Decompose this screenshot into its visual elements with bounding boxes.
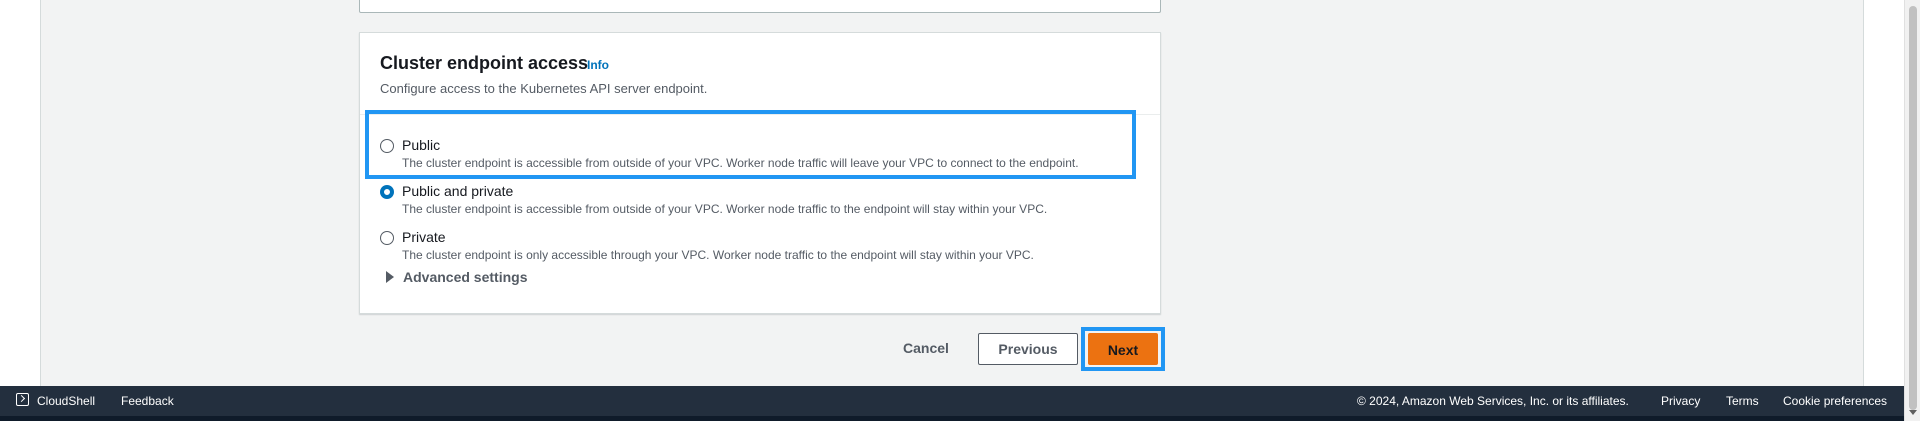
advanced-settings-label: Advanced settings	[403, 269, 528, 285]
radio-description: The cluster endpoint is only accessible …	[402, 248, 1034, 262]
radio-button-public-and-private[interactable]	[380, 185, 394, 199]
radio-label: Public and private	[402, 183, 514, 199]
scroll-down-icon[interactable]	[1909, 410, 1917, 415]
footer: CloudShell Feedback © 2024, Amazon Web S…	[0, 386, 1904, 416]
previous-button[interactable]: Previous	[978, 333, 1078, 365]
vertical-scrollbar[interactable]	[1904, 0, 1920, 421]
privacy-link[interactable]: Privacy	[1661, 394, 1700, 408]
caret-right-icon	[386, 271, 394, 283]
bottom-strip	[0, 416, 1904, 421]
cloudshell-link[interactable]: CloudShell	[37, 394, 95, 408]
terminal-icon[interactable]	[16, 393, 29, 406]
section-title: Cluster endpoint access	[380, 53, 589, 73]
radio-button-public[interactable]	[380, 139, 394, 153]
radio-button-private[interactable]	[380, 231, 394, 245]
radio-description: The cluster endpoint is accessible from …	[402, 202, 1048, 216]
info-link[interactable]: Info	[587, 58, 609, 72]
radio-label: Private	[402, 229, 446, 245]
cookie-preferences-link[interactable]: Cookie preferences	[1783, 394, 1887, 408]
copyright-text: © 2024, Amazon Web Services, Inc. or its…	[1357, 394, 1629, 408]
feedback-link[interactable]: Feedback	[121, 394, 174, 408]
next-button[interactable]: Next	[1088, 333, 1158, 365]
radio-description: The cluster endpoint is accessible from …	[402, 156, 1079, 170]
cancel-button[interactable]: Cancel	[888, 332, 964, 364]
previous-section-panel	[359, 0, 1161, 13]
scrollbar-thumb[interactable]	[1909, 6, 1917, 410]
cluster-endpoint-access-panel: Cluster endpoint access Info Configure a…	[359, 32, 1161, 314]
panel-header: Cluster endpoint access Info Configure a…	[360, 33, 1160, 115]
section-description: Configure access to the Kubernetes API s…	[380, 81, 708, 96]
radio-label: Public	[402, 137, 441, 153]
terms-link[interactable]: Terms	[1726, 394, 1759, 408]
